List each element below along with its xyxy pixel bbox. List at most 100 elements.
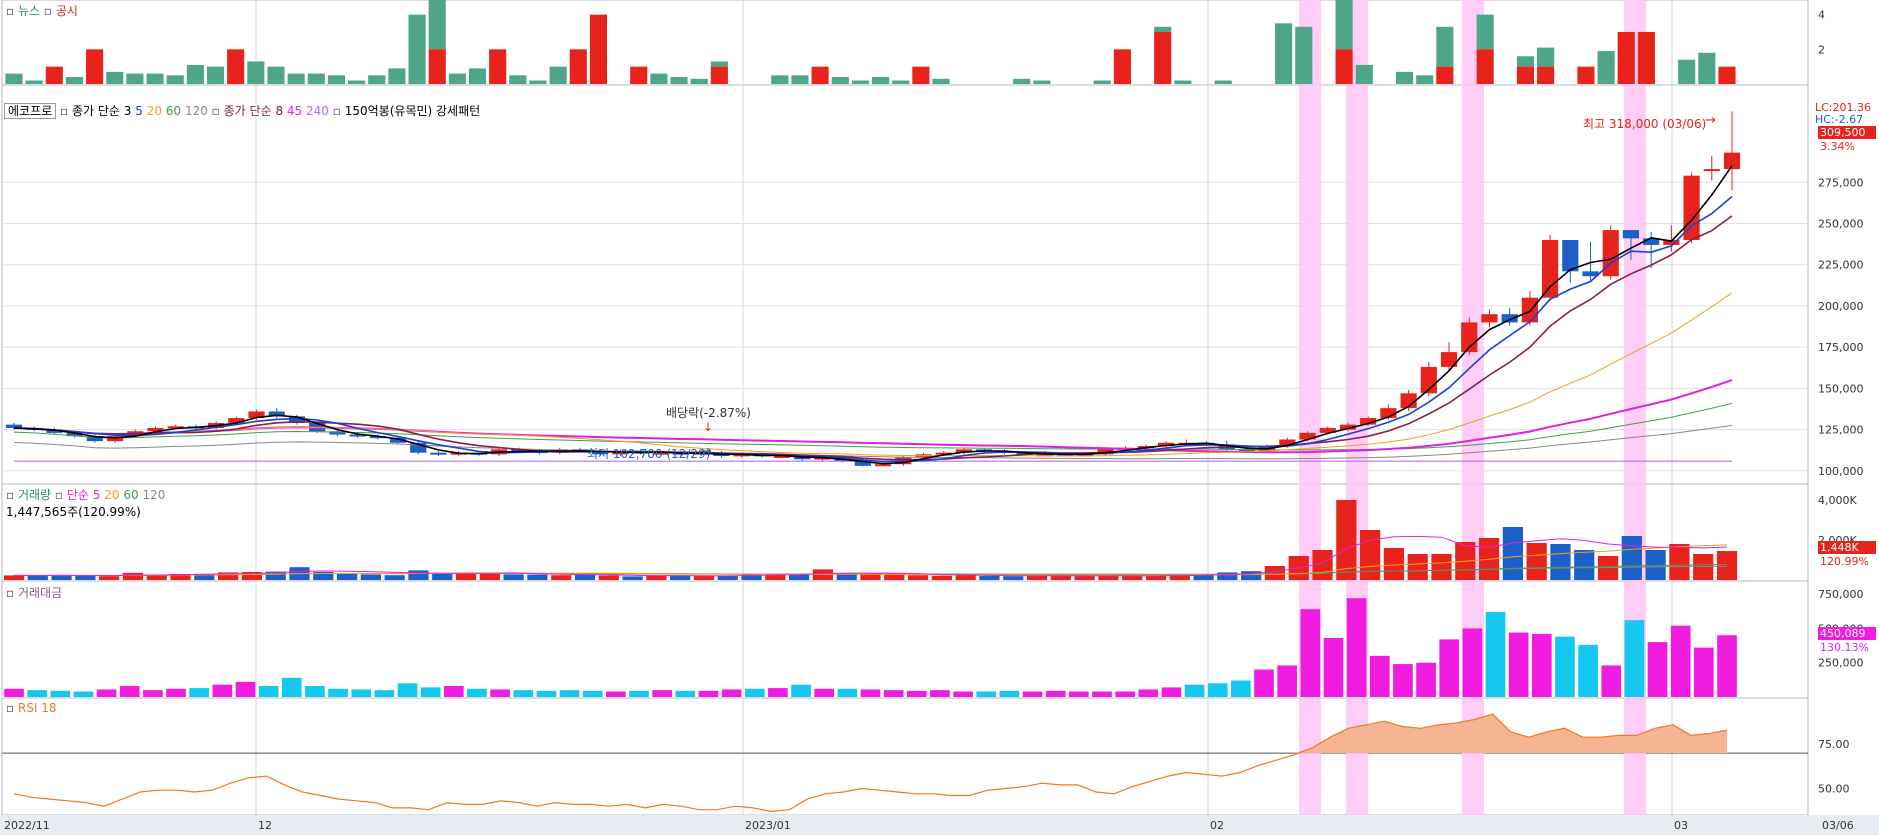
volume-bar xyxy=(1050,576,1071,580)
disclosure-bar xyxy=(1113,49,1131,84)
volume-bar xyxy=(527,574,548,580)
amount-bar xyxy=(119,686,140,697)
news-bar xyxy=(267,66,285,84)
news-bar xyxy=(1013,78,1031,84)
volume-bar xyxy=(75,575,96,580)
ma5-label: 5 xyxy=(135,104,143,118)
volume-bar xyxy=(931,575,952,580)
news-bar xyxy=(1033,80,1051,84)
volume-bar xyxy=(860,574,881,580)
disclosure-bar xyxy=(1436,66,1454,84)
news-bar xyxy=(690,78,708,84)
amount-bar xyxy=(96,689,117,697)
news-bar xyxy=(1174,80,1192,84)
news-bar xyxy=(831,77,849,84)
amount-bar xyxy=(143,690,163,697)
amount-bar xyxy=(744,688,765,697)
amount-bar xyxy=(305,686,325,697)
amount-bar xyxy=(1416,662,1436,697)
volume-bar xyxy=(884,574,905,580)
disclosure-bar xyxy=(1617,32,1635,84)
news-bar xyxy=(1678,59,1696,84)
news-bar xyxy=(1436,26,1454,67)
amount-bar xyxy=(860,689,881,697)
news-bar xyxy=(1275,23,1293,84)
disclosure-bar xyxy=(912,66,930,84)
price-tick: 175,000 xyxy=(1818,341,1864,354)
volume-bar xyxy=(1264,566,1286,580)
news-bar xyxy=(1516,56,1535,67)
amount-bar xyxy=(50,690,71,697)
amount-bar xyxy=(1115,691,1135,697)
candle-body xyxy=(1602,230,1619,277)
amount-bar xyxy=(1369,655,1390,697)
news-bar xyxy=(388,68,406,84)
news-bar xyxy=(408,14,426,85)
stock-name[interactable]: 에코프로 xyxy=(4,103,57,119)
news-bar xyxy=(791,75,809,84)
volume-bar xyxy=(955,575,976,580)
amount-bar xyxy=(1323,638,1344,697)
volume-bar xyxy=(1383,548,1405,580)
volume-bar xyxy=(1574,550,1595,580)
disclosure-bar xyxy=(1718,66,1736,84)
amount-bar xyxy=(212,684,233,697)
volume-bar xyxy=(1502,527,1523,580)
disclosure-bar xyxy=(1154,32,1172,84)
disclosure-bar xyxy=(428,49,446,84)
amount-bar xyxy=(443,686,464,697)
disclosure-bar xyxy=(710,66,728,84)
amount-bar xyxy=(559,690,580,697)
disclosure-bar xyxy=(1577,66,1595,84)
news-bar xyxy=(1214,80,1232,84)
volume-bar xyxy=(479,574,500,580)
ma240-label: 240 xyxy=(306,104,329,118)
candle-body xyxy=(1562,239,1579,272)
volume-bar xyxy=(336,573,358,580)
volume-bar xyxy=(1621,536,1642,580)
news-bar xyxy=(771,75,789,84)
high-arrow-icon: → xyxy=(1705,113,1716,128)
amount-bar xyxy=(166,688,186,697)
news-bar xyxy=(468,68,487,84)
amount-bar xyxy=(1207,683,1228,697)
amount-bar xyxy=(814,688,835,697)
vma120-label: 120 xyxy=(142,488,166,502)
rsi-legend: ▫ RSI 18 xyxy=(6,701,57,715)
high-annotation: 최고 318,000 (03/06) xyxy=(1583,117,1707,131)
candle-body xyxy=(1703,169,1720,172)
disclosure-bar xyxy=(1476,49,1494,84)
date-label: 2022/11 xyxy=(4,819,50,832)
news-bar xyxy=(5,73,23,84)
news-bar xyxy=(1537,47,1555,67)
vma60-label: 60 xyxy=(123,488,139,502)
amount-bar xyxy=(675,690,696,697)
volume-bar xyxy=(836,574,857,580)
amount-bar xyxy=(397,683,418,697)
dividend-annotation: 배당락(-2.87%) xyxy=(666,406,751,420)
panel-border-price xyxy=(1,84,1809,485)
amount-bar xyxy=(189,688,210,697)
price-tick: 150,000 xyxy=(1818,382,1864,395)
news-bar xyxy=(25,80,43,84)
amount-bar xyxy=(1647,642,1668,697)
news-tick: 4 xyxy=(1818,9,1825,22)
disclosure-label: 공시 xyxy=(55,4,78,18)
news-bar xyxy=(872,77,890,84)
news-bar xyxy=(106,71,124,84)
rsi-label: RSI 18 xyxy=(17,701,57,715)
vma20-label: 20 xyxy=(104,488,120,502)
amount-bar xyxy=(721,689,742,697)
amount-bar xyxy=(1531,633,1552,697)
amount-bar xyxy=(420,687,441,697)
amount-bar xyxy=(1277,665,1298,697)
amount-bar xyxy=(1022,691,1043,697)
amount-bar xyxy=(328,688,348,697)
ma45-label: 45 xyxy=(286,104,303,118)
date-label: 02 xyxy=(1210,819,1224,832)
volume-bar xyxy=(1026,575,1048,580)
price-tick: 225,000 xyxy=(1818,259,1864,272)
volume-bar xyxy=(1217,572,1238,580)
amount-bar xyxy=(1485,611,1506,697)
amount-bar xyxy=(1346,598,1367,697)
